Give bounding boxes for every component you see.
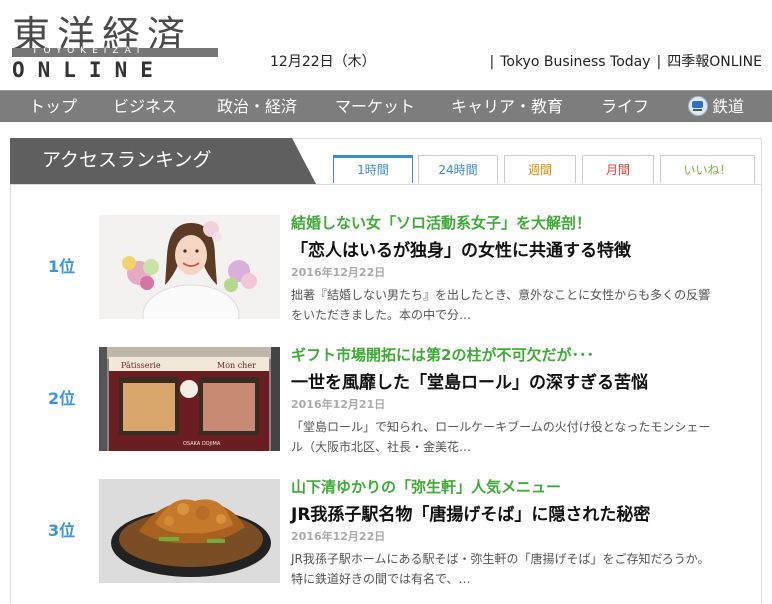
logo-sub-text: TOYOKEIZAI <box>32 46 146 56</box>
ranking-item: 2位 Pâtisserie Mon cher OSAKA DOJIMA ギフト市… <box>11 346 761 454</box>
nav-item-business[interactable]: ビジネス <box>113 91 177 123</box>
store-sign-right: Mon cher <box>217 361 256 370</box>
article-subtitle[interactable]: 結婚しない女「ソロ活動系女子」を大解剖！ <box>291 212 751 233</box>
rank-number: 3位 <box>48 521 76 540</box>
ranking-item: 3位 山下清ゆかりの「弥生軒」人気メニュー JR我孫子駅名物「唐揚げそば」に隠さ… <box>11 478 761 586</box>
site-header: 東洋経済 TOYOKEIZAI ONLINE 12月22日（木） | Tokyo … <box>0 0 772 90</box>
link-tokyo-business-today[interactable]: Tokyo Business Today <box>500 54 650 70</box>
divider: | <box>489 54 495 70</box>
article-subtitle[interactable]: ギフト市場開拓には第2の柱が不可欠だが･･･ <box>291 344 751 365</box>
article-date: 2016年12月21日 <box>291 398 386 411</box>
logo-online-text: ONLINE <box>12 58 166 82</box>
train-icon <box>688 95 708 116</box>
nav-item-career-education[interactable]: キャリア・教育 <box>451 91 563 123</box>
nav-item-politics-economy[interactable]: 政治・経済 <box>217 91 297 123</box>
article-info: 結婚しない女「ソロ活動系女子」を大解剖！ 「恋人はいるが独身」の女性に共通する特… <box>291 212 751 325</box>
article-info: ギフト市場開拓には第2の柱が不可欠だが･･･ 一世を風靡した「堂島ロール」の深す… <box>291 344 751 457</box>
store-location-text: OSAKA DOJIMA <box>183 441 221 447</box>
link-shikiho-online[interactable]: 四季報ONLINE <box>667 54 762 70</box>
store-sign-left: Pâtisserie <box>121 361 161 370</box>
bride-photo <box>99 215 280 319</box>
current-date: 12月22日（木） <box>270 54 376 70</box>
access-ranking: アクセスランキング 1時間 24時間 週間 月間 いいね！ 1位 結婚しない女「… <box>10 138 762 604</box>
nav-item-top[interactable]: トップ <box>29 91 77 123</box>
article-thumbnail[interactable] <box>99 215 280 319</box>
ranking-item: 1位 結婚しない女「ソロ活動系女子」を大解剖！ 「恋人はいるが独身」の女性に共通… <box>11 214 761 322</box>
article-thumbnail[interactable]: Pâtisserie Mon cher OSAKA DOJIMA <box>99 347 280 451</box>
article-date: 2016年12月22日 <box>291 266 386 279</box>
article-date: 2016年12月22日 <box>291 530 386 543</box>
tab-weekly[interactable]: 週間 <box>504 155 576 183</box>
article-info: 山下清ゆかりの「弥生軒」人気メニュー JR我孫子駅名物「唐揚げそば」に隠された秘… <box>291 476 751 589</box>
tab-likes[interactable]: いいね！ <box>660 155 755 183</box>
rank-number: 1位 <box>48 257 76 276</box>
article-excerpt: JR我孫子駅ホームにある駅そば・弥生軒の「唐揚げそば」をご存知だろうか。特に鉄道… <box>291 552 710 586</box>
tab-monthly[interactable]: 月間 <box>582 155 654 183</box>
patisserie-storefront-photo: Pâtisserie Mon cher OSAKA DOJIMA <box>99 347 280 451</box>
rank-number: 2位 <box>48 389 76 408</box>
tab-1-hour[interactable]: 1時間 <box>333 155 413 183</box>
article-headline[interactable]: JR我孫子駅名物「唐揚げそば」に隠された秘密 <box>291 500 751 525</box>
nav-item-railway[interactable]: 鉄道 <box>688 91 744 123</box>
divider: | <box>656 54 662 70</box>
article-excerpt: 「堂島ロール」で知られ、ロールケーキブームの火付け役となったモンシェール（大阪市… <box>291 420 711 454</box>
site-logo[interactable]: 東洋経済 TOYOKEIZAI ONLINE <box>12 6 222 82</box>
main-nav: トップ ビジネス 政治・経済 マーケット キャリア・教育 ライフ 鉄道 <box>0 90 772 122</box>
header-links: | Tokyo Business Today | 四季報ONLINE <box>483 51 762 71</box>
nav-item-market[interactable]: マーケット <box>335 91 415 123</box>
nav-item-life[interactable]: ライフ <box>601 91 649 123</box>
ranking-title: アクセスランキング <box>10 138 316 184</box>
tab-underline <box>11 184 761 185</box>
article-headline[interactable]: 一世を風靡した「堂島ロール」の深すぎる苦悩 <box>291 368 751 393</box>
article-subtitle[interactable]: 山下清ゆかりの「弥生軒」人気メニュー <box>291 476 751 497</box>
karaage-soba-photo <box>99 479 280 583</box>
article-headline[interactable]: 「恋人はいるが独身」の女性に共通する特徴 <box>291 236 751 261</box>
article-excerpt: 拙著『結婚しない男たち』を出したとき、意外なことに女性からも多くの反響をいただき… <box>291 288 711 322</box>
article-thumbnail[interactable] <box>99 479 280 583</box>
tab-24-hours[interactable]: 24時間 <box>418 155 498 183</box>
nav-item-railway-label: 鉄道 <box>712 97 745 116</box>
